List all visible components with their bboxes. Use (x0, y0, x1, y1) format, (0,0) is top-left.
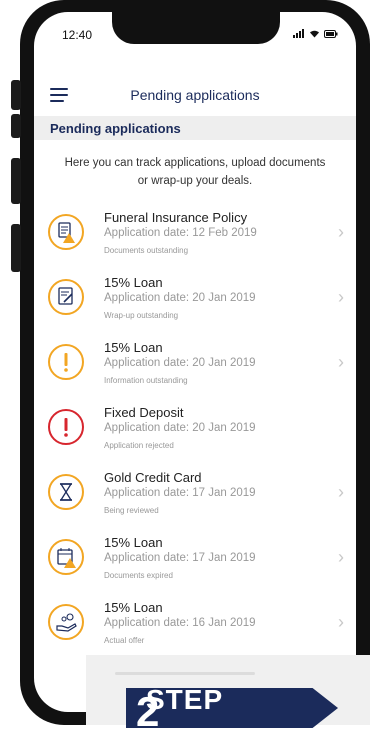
application-status: Wrap-up outstanding (104, 311, 179, 320)
page-title: Pending applications (130, 87, 260, 103)
application-status: Documents outstanding (104, 246, 189, 255)
phone-volume-down-button (11, 158, 21, 204)
calendar-warning-icon (48, 539, 84, 575)
application-row[interactable]: Gold Credit Card Application date: 17 Ja… (34, 466, 356, 531)
application-date: Application date: 16 Jan 2019 (104, 617, 256, 629)
application-date: Application date: 12 Feb 2019 (104, 227, 257, 239)
intro-text: Here you can track applications, upload … (64, 157, 326, 187)
app-header: Pending applications (34, 82, 356, 112)
rejected-icon (48, 409, 84, 445)
step-number: 2 (136, 688, 161, 735)
application-row[interactable]: 15% Loan Application date: 20 Jan 2019 I… (34, 336, 356, 401)
wifi-icon (310, 30, 319, 38)
phone-notch (112, 12, 280, 44)
application-name: 15% Loan (104, 275, 163, 290)
chevron-right-icon: › (338, 612, 344, 632)
application-status: Documents expired (104, 571, 173, 580)
application-date: Application date: 17 Jan 2019 (104, 552, 256, 564)
application-status: Being reviewed (104, 506, 159, 515)
application-row[interactable]: Fixed Deposit Application date: 20 Jan 2… (34, 401, 356, 466)
section-title: Pending applications (50, 121, 181, 136)
application-row[interactable]: 15% Loan Application date: 20 Jan 2019 W… (34, 271, 356, 336)
document-edit-icon (48, 279, 84, 315)
signal-icon (293, 29, 304, 38)
application-row[interactable]: 15% Loan Application date: 17 Jan 2019 D… (34, 531, 356, 596)
application-name: Funeral Insurance Policy (104, 210, 248, 225)
hand-money-icon (48, 604, 84, 640)
battery-icon (324, 29, 338, 38)
chevron-right-icon: › (338, 222, 344, 242)
phone-mute-button (11, 80, 21, 110)
application-name: Gold Credit Card (104, 470, 202, 485)
application-date: Application date: 20 Jan 2019 (104, 422, 256, 434)
step-divider (115, 672, 255, 675)
application-date: Application date: 20 Jan 2019 (104, 357, 256, 369)
section-header: Pending applications (34, 116, 356, 140)
document-warning-icon (48, 214, 84, 250)
status-time: 12:40 (62, 28, 93, 42)
chevron-right-icon: › (338, 482, 344, 502)
application-row[interactable]: Funeral Insurance Policy Application dat… (34, 206, 356, 271)
chevron-right-icon: › (338, 547, 344, 567)
application-status: Application rejected (104, 441, 174, 450)
application-name: 15% Loan (104, 535, 163, 550)
chevron-right-icon: › (338, 287, 344, 307)
phone-volume-up-button (11, 114, 21, 138)
application-date: Application date: 20 Jan 2019 (104, 292, 256, 304)
application-row[interactable]: 15% Loan Application date: 16 Jan 2019 A… (34, 596, 356, 661)
status-icons (293, 29, 338, 38)
application-status: Information outstanding (104, 376, 188, 385)
step-badge: STEP 2 (126, 688, 338, 728)
applications-list: Funeral Insurance Policy Application dat… (34, 206, 356, 661)
phone-screen: 12:40 Pending applications Pending appli… (34, 12, 356, 712)
application-name: Fixed Deposit (104, 405, 184, 420)
phone-power-button (11, 224, 21, 272)
application-name: 15% Loan (104, 600, 163, 615)
application-date: Application date: 17 Jan 2019 (104, 487, 256, 499)
hourglass-icon (48, 474, 84, 510)
exclamation-icon (48, 344, 84, 380)
application-name: 15% Loan (104, 340, 163, 355)
application-status: Actual offer (104, 636, 145, 645)
chevron-right-icon: › (338, 352, 344, 372)
